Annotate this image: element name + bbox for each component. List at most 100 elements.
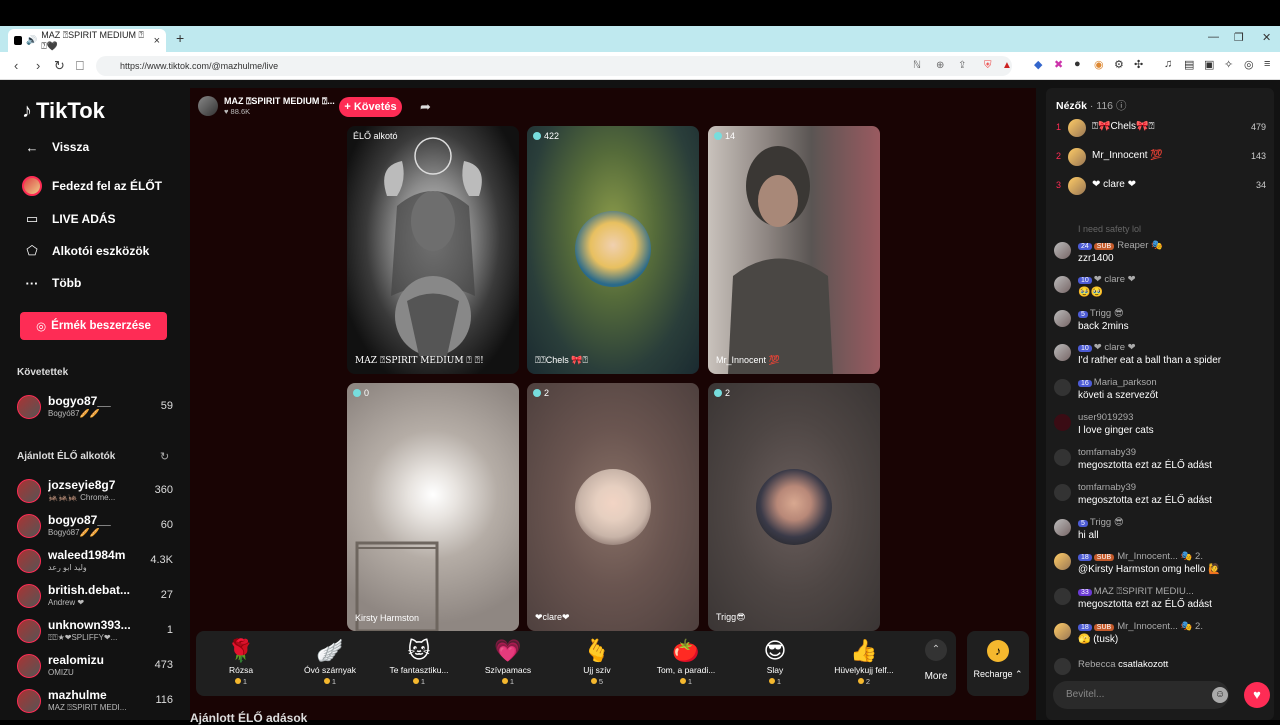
chat-author[interactable]: 5 Trigg 😎: [1078, 517, 1124, 528]
avatar[interactable]: [1054, 344, 1071, 361]
info-icon[interactable]: ⓘ: [1116, 100, 1127, 112]
chat-author[interactable]: 33 MAZ ⍰SPIRIT MEDIU...: [1078, 586, 1194, 597]
guest-video-tile[interactable]: 2 Trigg😎: [708, 383, 880, 631]
ai-icon[interactable]: ✧: [1224, 58, 1233, 71]
top-viewer[interactable]: 2 Mr_Innocent 💯 143: [1056, 146, 1266, 168]
gift-item[interactable]: 🌹 Rózsa 1: [196, 637, 286, 686]
chat-author[interactable]: 10 ❤ clare ❤: [1078, 342, 1136, 353]
extension-2-icon[interactable]: ✖: [1054, 58, 1063, 71]
chat-author[interactable]: tomfarnaby39: [1078, 447, 1136, 458]
close-window-icon[interactable]: ✕: [1262, 31, 1271, 44]
top-viewer[interactable]: 3 ❤ clare ❤ 34: [1056, 175, 1266, 197]
recommended-account[interactable]: mazhulme MAZ ⍰SPIRIT MEDI... 116: [17, 686, 173, 716]
chat-input[interactable]: Bevitel...: [1053, 681, 1229, 709]
avatar[interactable]: [1054, 310, 1071, 327]
share-page-icon[interactable]: ⇪: [958, 56, 966, 76]
gift-item[interactable]: 👍 Hüvelykujj felf... 2: [819, 637, 909, 686]
reload-icon[interactable]: ↻: [54, 58, 65, 74]
chat-author[interactable]: 16 Maria_parkson: [1078, 377, 1157, 388]
menu-more[interactable]: ··· Több: [22, 273, 82, 293]
menu-creator-tools[interactable]: ⬠ Alkotói eszközök: [22, 241, 149, 261]
avatar[interactable]: [1054, 519, 1071, 536]
chat-author[interactable]: user9019293: [1078, 412, 1133, 423]
gift-item[interactable]: 💗 Szívpamacs 1: [463, 637, 553, 686]
restore-icon[interactable]: ❐: [1234, 31, 1244, 44]
avatar[interactable]: [1054, 553, 1071, 570]
gift-item[interactable]: 🐱 Te fantasztiku... 1: [374, 637, 464, 686]
viewer-count: 4.3K: [150, 554, 173, 566]
new-tab-icon[interactable]: +: [176, 30, 184, 46]
avatar[interactable]: [1054, 242, 1071, 259]
guest-video-tile[interactable]: 2 ❤clare❤: [527, 383, 699, 631]
get-coins-button[interactable]: ◎ Érmék beszerzése: [20, 312, 167, 340]
gift-item[interactable]: 😎 Slay 1: [730, 637, 820, 686]
menu-icon[interactable]: ≡: [1264, 58, 1270, 70]
sidebar-icon[interactable]: ▤: [1184, 58, 1194, 71]
wallet-icon[interactable]: ▣: [1204, 58, 1214, 71]
share-icon[interactable]: ➦: [420, 99, 431, 115]
menu-explore-live[interactable]: Fedezd fel az ÉLŐT: [22, 176, 162, 196]
recommended-account[interactable]: british.debat... Andrew ❤ 27: [17, 581, 173, 611]
tiktok-logo[interactable]: ♪ TikTok: [22, 98, 105, 124]
chat-author[interactable]: 18 SUB Mr_Innocent... 🎭 2.: [1078, 621, 1203, 632]
chat-author[interactable]: 5 Trigg 😎: [1078, 308, 1124, 319]
like-heart-button[interactable]: ♥: [1244, 682, 1270, 708]
tiktok-page: ♪ TikTok ← Vissza Fedezd fel az ÉLŐT ▭ L…: [0, 80, 1280, 725]
chat-author[interactable]: 10 ❤ clare ❤: [1078, 274, 1136, 285]
menu-back[interactable]: ← Vissza: [22, 137, 90, 157]
join-author[interactable]: Rebecca csatlakozott: [1078, 659, 1168, 670]
gift-item[interactable]: 🫰 Ujj szív 5: [552, 637, 642, 686]
gift-item[interactable]: 🪽 Óvó szárnyak 1: [285, 637, 375, 686]
address-bar[interactable]: https://www.tiktok.com/@mazhulme/live ℕ …: [96, 56, 1012, 76]
bookmark-icon[interactable]: ⎕: [76, 58, 84, 74]
refresh-icon[interactable]: ↻: [160, 450, 169, 463]
alert-icon[interactable]: ▲: [1002, 56, 1012, 76]
back-icon[interactable]: ‹: [14, 58, 18, 73]
recharge-button[interactable]: ♪ Recharge ⌃: [967, 631, 1029, 696]
viewer-badge: 2: [533, 388, 549, 398]
top-viewer[interactable]: 1 ⍰🎀Chels🎀⍰ 479: [1056, 117, 1266, 139]
avatar[interactable]: [1054, 623, 1071, 640]
close-tab-icon[interactable]: ×: [154, 35, 160, 47]
recommended-account[interactable]: realomizu OMIZU 473: [17, 651, 173, 681]
browser-tab[interactable]: 🔊 MAZ ⍰SPIRIT MEDIUM ⍰ ⍰🖤 ×: [8, 29, 166, 52]
menu-live[interactable]: ▭ LIVE ADÁS: [22, 209, 116, 229]
tiktok-favicon-icon: [14, 36, 23, 45]
tile-label: ⍰⍰Chels 🎀⍰: [535, 355, 588, 365]
extension-5-icon[interactable]: ⚙: [1114, 58, 1124, 71]
vpn-icon[interactable]: ◎: [1244, 58, 1254, 71]
zoom-icon[interactable]: ⊕: [936, 56, 944, 76]
follow-button[interactable]: + Követés: [339, 97, 402, 117]
gift-name: Ujj szív: [583, 665, 611, 675]
translate-icon[interactable]: ℕ: [913, 56, 921, 76]
more-gifts-button[interactable]: ⌃ More: [918, 639, 954, 682]
chat-author[interactable]: 24 SUB Reaper 🎭: [1078, 240, 1163, 251]
guest-video-tile[interactable]: 0 Kirsty Harmston: [347, 383, 519, 631]
avatar[interactable]: [1054, 414, 1071, 431]
menu-more-label: Több: [52, 276, 82, 290]
extension-1-icon[interactable]: ◆: [1034, 58, 1042, 71]
follow-event-icon: [1054, 379, 1071, 396]
guest-video-tile[interactable]: 422 ⍰⍰Chels 🎀⍰: [527, 126, 699, 374]
emoji-icon[interactable]: ☺: [1212, 687, 1228, 703]
recommended-account[interactable]: jozseyie8g7 🦗🦗🦗 Chrome... 360: [17, 476, 173, 506]
extension-4-icon[interactable]: ◉: [1094, 58, 1104, 71]
recommended-account[interactable]: waleed1984m وليد ابو رعد 4.3K: [17, 546, 173, 576]
creator-video-tile[interactable]: ÉLŐ alkotó MAZ ⍰SPIRIT MEDIUM ⍰ ⍰!: [347, 126, 519, 374]
chat-author[interactable]: 18 SUB Mr_Innocent... 🎭 2.: [1078, 551, 1203, 562]
host-info[interactable]: MAZ ⍰SPIRIT MEDIUM ⍰... ♥ 88.6K: [198, 96, 335, 116]
shield-icon[interactable]: ⛨: [984, 56, 992, 76]
chat-author[interactable]: tomfarnaby39: [1078, 482, 1136, 493]
puzzle-icon[interactable]: ✣: [1134, 58, 1143, 71]
avatar[interactable]: [1054, 276, 1071, 293]
recommended-account[interactable]: unknown393... ⍰⍰★❤SPLIFFY❤... 1: [17, 616, 173, 646]
recommended-account[interactable]: bogyo87__ Bogyó87🥖🥖 60: [17, 511, 173, 541]
guest-video-tile[interactable]: 14 Mr_Innocent 💯: [708, 126, 880, 374]
music-icon[interactable]: ♫: [1164, 58, 1172, 70]
following-account[interactable]: bogyo87__ Bogyó87🥖🥖 59: [17, 392, 173, 422]
speaker-icon[interactable]: 🔊: [26, 35, 37, 46]
minimize-icon[interactable]: —: [1208, 31, 1219, 43]
gift-item[interactable]: 🍅 Tom, a paradi... 1: [641, 637, 731, 686]
forward-icon[interactable]: ›: [36, 58, 40, 73]
extension-3-icon[interactable]: ●: [1074, 58, 1081, 70]
